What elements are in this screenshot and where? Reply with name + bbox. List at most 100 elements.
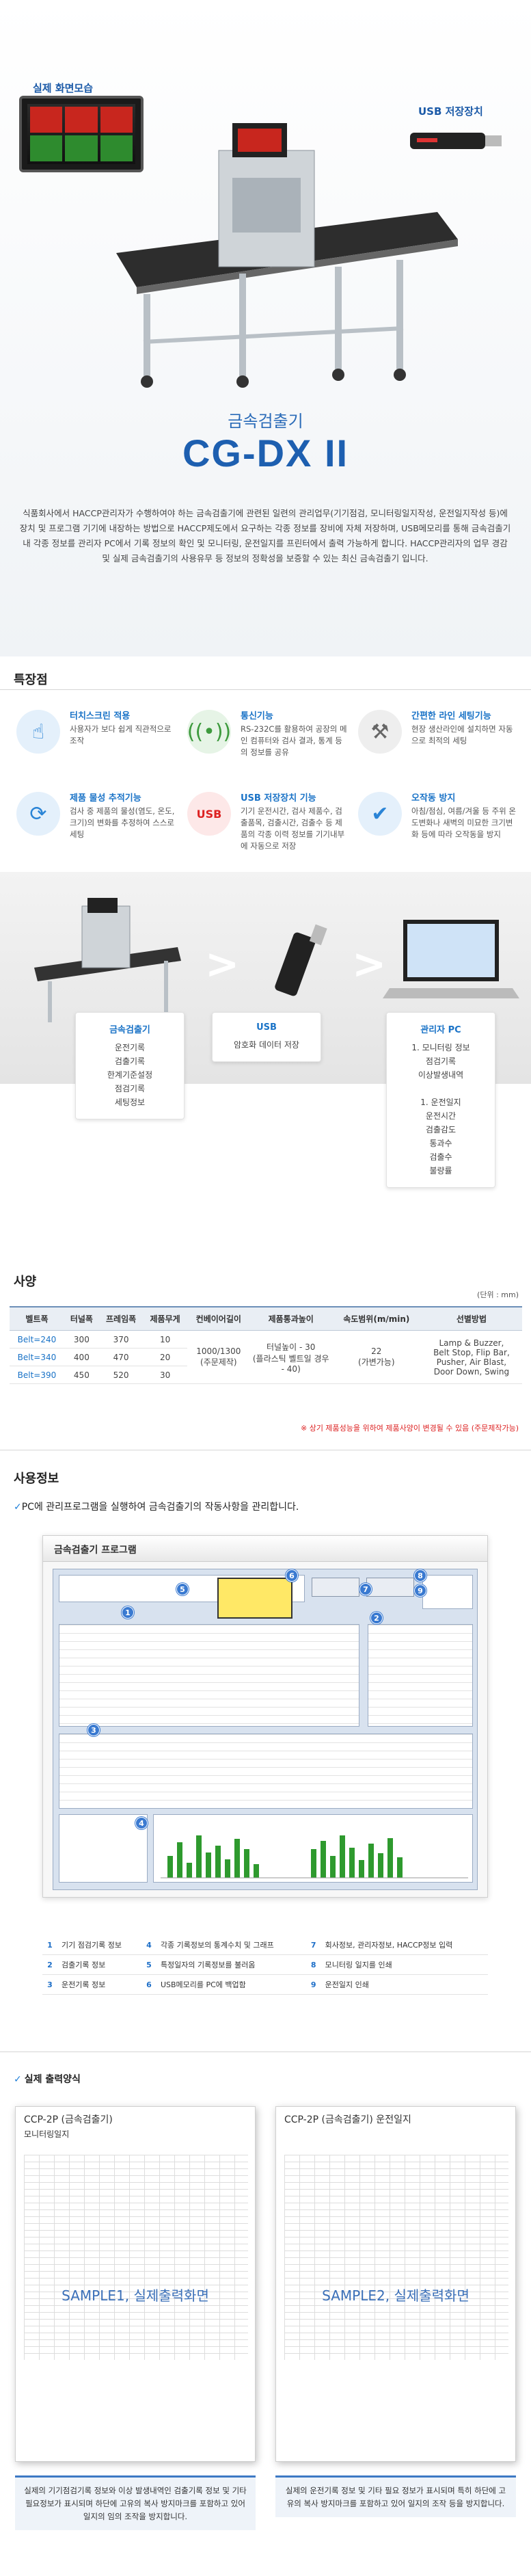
product-model: CG-DX II xyxy=(182,431,349,475)
touch-icon: ☝ xyxy=(16,710,60,754)
screen-label: 실제 화면모습 xyxy=(33,82,94,94)
marker-icon: 8 xyxy=(414,1569,426,1582)
section-divider xyxy=(0,2051,531,2052)
marker-icon: 7 xyxy=(359,1583,372,1595)
card-usb: USB 암호화 데이터 저장 xyxy=(212,1012,321,1062)
spec-unit: (단위 : mm) xyxy=(477,1290,519,1299)
summary-panel xyxy=(59,1814,148,1883)
software-legend: 1 기기 점검기록 정보 4 각종 기록정보의 통계수치 및 그래프 7 회사정보, … xyxy=(42,1935,488,1995)
refresh-icon: ⟳ xyxy=(16,792,60,836)
sorting-method: Lamp & Buzzer, Belt Stop, Flip Bar, Push… xyxy=(420,1330,522,1384)
output-heading: ✓ 실제 출력양식 xyxy=(14,2074,81,2085)
card-title: 금속검출기 xyxy=(109,1025,150,1035)
col-header: 프레임폭 xyxy=(98,1306,144,1331)
feature-title: 제품 물성 추적기능 xyxy=(70,793,141,804)
card-lines: 운전기록 검출기록 한계기준설정 점검기록 세팅정보 xyxy=(107,1043,153,1107)
marker-icon: 4 xyxy=(135,1817,148,1829)
check-icon: ✔ xyxy=(358,792,402,836)
sample-label: SAMPLE1, 실제출력화면 xyxy=(62,2287,209,2304)
table-row: Belt=240 300 370 10 1000/1300 (주문제작) 터널높… xyxy=(10,1330,522,1384)
legend-row: 3 운전기록 정보 6 USB메모리를 PC에 백업함 9 운전일지 인쇄 xyxy=(42,1974,488,1995)
col-header: 터널폭 xyxy=(64,1306,99,1331)
check-icon: ✓ xyxy=(14,1502,22,1513)
feature-title: 터치스크린 적용 xyxy=(70,711,131,721)
arrow-icon: > xyxy=(205,940,240,988)
software-ui: 1 2 3 4 5 6 7 8 9 xyxy=(53,1569,478,1890)
feature-malfunction-prevention: ✔ 오작동 방지 아침/점심, 여름/겨울 등 주위 온도변화나 새벽의 미묘한… xyxy=(355,786,519,862)
card-title: USB xyxy=(256,1022,277,1033)
laptop-thumbnail xyxy=(383,920,519,998)
spec-table: 벨트폭 터널폭 프레임폭 제품무게 컨베이어길이 제품통과높이 속도범위(m/m… xyxy=(10,1306,522,1384)
spec-note: ※ 상기 제품성능을 위하여 제품사양이 변경될 수 있음 (주문제작가능) xyxy=(300,1424,519,1433)
feature-title: 통신기능 xyxy=(241,711,273,721)
speed-range: 22 (가변가능) xyxy=(331,1330,421,1384)
feature-title: 간편한 라인 세팅기능 xyxy=(411,711,491,721)
legend-row: 1 기기 점검기록 정보 4 각종 기록정보의 통계수치 및 그래프 7 회사정보, … xyxy=(42,1935,488,1955)
sample-sheet-2: CCP-2P (금속검출기) 운전일지 SAMPLE2, 실제출력화면 xyxy=(275,2106,516,2462)
sheet-title: CCP-2P (금속검출기) 운전일지 xyxy=(284,2114,411,2125)
feature-desc: RS-232C를 활용하여 공장의 메인 컴퓨터와 검사 결과, 통계 등의 정… xyxy=(241,724,347,757)
legend-row: 2 검출기록 정보 5 특정일자의 기록정보를 불러옴 8 모니터링 일지를 인쇄 xyxy=(42,1954,488,1975)
software-lead: ✓PC에 관리프로그램을 실행하여 금속검출기의 작동사항을 관리합니다. xyxy=(14,1502,299,1513)
feature-desc: 사용자가 보다 쉽게 직관적으로 조작 xyxy=(70,724,172,745)
spec-heading: 사양 xyxy=(14,1275,37,1289)
conveyor-length: 1000/1300 (주문제작) xyxy=(187,1330,250,1384)
usb-thumbnail xyxy=(275,924,327,996)
sheet-subtitle: 모니터링일지 xyxy=(24,2129,70,2139)
card-title: 관리자 PC xyxy=(420,1025,461,1035)
feature-desc: 현장 생산라인에 설치하면 자동으로 최적의 세팅 xyxy=(411,724,513,745)
sample-label: SAMPLE2, 실제출력화면 xyxy=(322,2287,469,2304)
section-divider xyxy=(0,689,531,690)
marker-icon: 2 xyxy=(370,1612,383,1624)
stats-box xyxy=(217,1578,292,1619)
feature-desc: 기기 운전시간, 검사 제품수, 검출품목, 검출시간, 검출수 등 제품의 각… xyxy=(241,806,345,851)
tools-icon: ⚒ xyxy=(358,710,402,754)
software-window-title: 금속검출기 프로그램 xyxy=(43,1536,487,1562)
col-header: 컨베이어길이 xyxy=(187,1306,250,1331)
product-category: 금속검출기 xyxy=(228,412,303,431)
marker-icon: 1 xyxy=(122,1606,134,1619)
feature-title: USB 저장장치 기능 xyxy=(241,793,316,804)
col-header: 벨트폭 xyxy=(10,1306,64,1331)
signal-icon: ((•)) xyxy=(187,710,231,754)
software-screenshot: 금속검출기 프로그램 1 2 3 4 5 6 7 8 9 xyxy=(42,1535,488,1898)
detector-thumbnail xyxy=(34,898,181,1022)
detection-grid xyxy=(59,1624,359,1727)
usb-icon: USB xyxy=(187,792,231,836)
feature-tracking: ⟳ 제품 물성 추적기능 검사 중 제품의 물성(염도, 온도, 크기)의 변화… xyxy=(14,786,178,862)
software-heading: 사용정보 xyxy=(14,1472,59,1486)
col-header: 제품무게 xyxy=(143,1306,187,1331)
card-admin-pc: 관리자 PC 1. 모니터링 정보 점검기록 이상발생내역 1. 운전일지 운전… xyxy=(386,1012,495,1188)
hero-section: 실제 화면모습 USB 저장장치 금속검출기 CG-DX II 식품회사에서 H… xyxy=(0,0,531,656)
operation-grid xyxy=(59,1734,473,1809)
col-header: 속도범위(m/min) xyxy=(331,1306,421,1331)
inspection-grid xyxy=(368,1624,473,1727)
product-description: 식품회사에서 HACCP관리자가 수행하여야 하는 금속검출기에 관련된 일련의… xyxy=(19,508,511,563)
sample-sheet-1: CCP-2P (금속검출기) 모니터링일지 SAMPLE1, 실제출력화면 xyxy=(15,2106,256,2462)
pass-height: 터널높이 - 30 (플라스틱 벨트일 경우 - 40) xyxy=(249,1330,332,1384)
feature-desc: 아침/점심, 여름/겨울 등 주위 온도변화나 새벽의 미묘한 크기변화 등에 … xyxy=(411,806,516,839)
marker-icon: 6 xyxy=(286,1569,298,1582)
arrow-icon: > xyxy=(352,940,387,988)
marker-icon: 5 xyxy=(176,1583,189,1595)
feature-usb-storage: USB USB 저장장치 기능 기기 운전시간, 검사 제품수, 검출품목, 검… xyxy=(185,786,349,862)
col-header: 제품통과높이 xyxy=(249,1306,332,1331)
card-lines: 암호화 데이터 저장 xyxy=(234,1040,299,1050)
feature-touchscreen: ☝ 터치스크린 적용 사용자가 보다 쉽게 직관적으로 조작 xyxy=(14,704,178,780)
metal-detector-image xyxy=(116,123,458,388)
feature-title: 오작동 방지 xyxy=(411,793,456,804)
flow-cards: 금속검출기 운전기록 검출기록 한계기준설정 점검기록 세팅정보 USB 암호화… xyxy=(0,1012,531,1204)
feature-communication: ((•)) 통신기능 RS-232C를 활용하여 공장의 메인 컴퓨터와 검사 … xyxy=(185,704,349,780)
marker-icon: 3 xyxy=(87,1724,100,1736)
check-icon: ✓ xyxy=(14,2074,22,2085)
bar-graph xyxy=(153,1814,473,1883)
sheet-caption-1: 실제의 기기점검기록 정보와 이상 발생내역인 검출기록 정보 및 기타 필요정… xyxy=(15,2475,256,2530)
sheet-caption-2: 실제의 운전기록 정보 및 기타 필요 정보가 표시되며 특히 하단에 고유의 … xyxy=(275,2475,516,2517)
card-detector: 금속검출기 운전기록 검출기록 한계기준설정 점검기록 세팅정보 xyxy=(75,1012,185,1119)
marker-icon: 9 xyxy=(414,1584,426,1597)
card-lines: 1. 모니터링 정보 점검기록 이상발생내역 1. 운전일지 운전시간 검출감도… xyxy=(411,1043,470,1176)
feature-desc: 검사 중 제품의 물성(염도, 온도, 크기)의 변화를 추정하여 스스로 세팅 xyxy=(70,806,175,839)
col-header: 선별방법 xyxy=(420,1306,522,1331)
sheet-title: CCP-2P (금속검출기) xyxy=(24,2114,113,2125)
feature-line-setting: ⚒ 간편한 라인 세팅기능 현장 생산라인에 설치하면 자동으로 최적의 세팅 xyxy=(355,704,519,780)
